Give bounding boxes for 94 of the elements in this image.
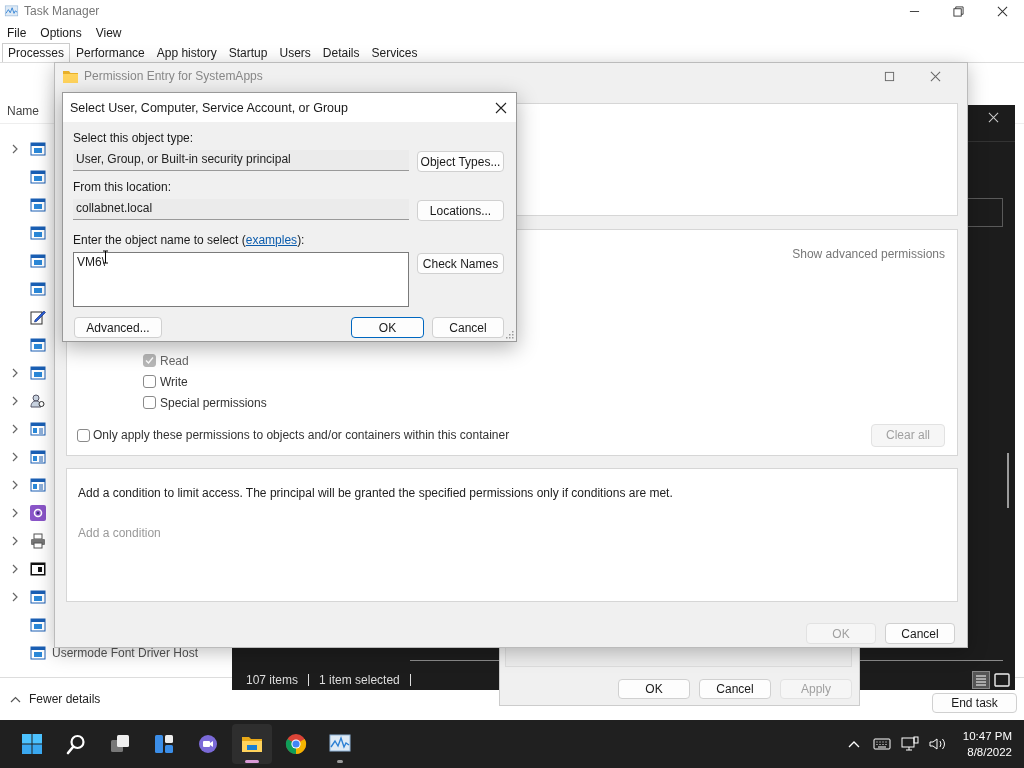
taskbar-button[interactable] [232,724,272,764]
start-icon [20,732,44,756]
folder-icon [63,69,78,83]
maximize-icon[interactable] [883,70,895,82]
chevron-icon[interactable] [11,536,19,546]
window-title: Permission Entry for SystemApps [84,69,263,83]
widgets-icon [152,732,176,756]
location-field[interactable]: collabnet.local [73,199,409,220]
app-window-icon [30,589,46,605]
disc-icon [30,505,46,521]
printer-icon [30,533,46,549]
tab[interactable]: Details [316,43,366,62]
chat-icon [196,732,220,756]
menu-item[interactable]: File [7,26,27,40]
browser-icon [284,732,308,756]
chevron-icon[interactable] [11,396,19,406]
app-window-icon [30,449,46,465]
locations-button[interactable]: Locations... [417,200,504,221]
chevron-up-icon[interactable] [10,695,21,703]
chevron-icon[interactable] [11,592,19,602]
input-field[interactable] [505,647,852,667]
app-window-icon [30,197,46,213]
app-window-icon [30,281,46,297]
volume-icon[interactable] [928,736,947,752]
restore-icon[interactable] [952,5,964,17]
end-task-button[interactable]: End task [932,693,1017,713]
window-icon [30,561,46,577]
chevron-icon[interactable] [11,144,19,154]
user-icon [30,393,46,409]
checkbox[interactable] [143,396,156,409]
keyboard-icon[interactable] [872,736,891,752]
tab[interactable]: Processes [2,43,71,62]
app-window-icon [30,169,46,185]
tab[interactable]: Users [273,43,317,62]
menu-item[interactable]: Options [40,26,82,40]
field-label: From this location: [73,180,173,195]
checkbox-label: Write [160,374,188,389]
resize-grip-icon[interactable] [506,331,514,339]
scrollbar-thumb[interactable] [1007,453,1009,508]
app-window-icon [30,477,46,493]
field-label: Enter the object name to select (examples): [73,233,306,248]
app-window-icon [30,337,46,353]
condition-description: Add a condition to limit access. The principal will be granted the specified permissions only if conditions are met. [78,486,674,500]
checkbox[interactable] [143,375,156,388]
dialog-button[interactable]: Cancel [699,679,771,699]
checkbox[interactable] [77,428,90,442]
menu-item[interactable]: View [95,26,122,40]
advanced-button[interactable]: Advanced... [74,317,162,338]
checkbox-label: Only apply these permissions to objects and/or containers within this container [93,428,510,442]
clock-time[interactable]: 10:47 PM [962,730,1012,742]
monitor-chart-icon [3,3,20,19]
tab[interactable]: Performance [70,43,151,62]
field-label: Select this object type: [73,131,195,146]
app-window-icon [30,617,46,633]
check-names-button[interactable]: Check Names [417,253,504,274]
examples-link[interactable]: examples [245,233,298,247]
close-icon[interactable] [996,5,1008,17]
object-name-field[interactable]: VM6\ [73,252,409,307]
checkbox-label: Special permissions [160,395,267,410]
chevron-icon[interactable] [11,564,19,574]
tab[interactable]: Services [365,43,424,62]
object-types-button[interactable]: Object Types... [417,151,504,172]
app-window-icon [30,365,46,381]
clock-date[interactable]: 8/8/2022 [967,746,1012,758]
window-title: Task Manager [24,4,100,18]
process-name: Usermode Font Driver Host [52,646,199,660]
tiles-view-icon[interactable] [993,671,1011,689]
tab[interactable]: Startup [222,43,274,62]
network-icon[interactable] [900,736,919,752]
object-type-field[interactable]: User, Group, or Built-in security principal [73,150,409,171]
app-window-icon [30,645,46,661]
close-icon[interactable] [495,101,507,114]
chevron-icon[interactable] [11,424,19,434]
column-header[interactable]: Name [7,104,39,118]
ok-button[interactable]: OK [351,317,424,338]
chevron-icon[interactable] [11,368,19,378]
show-advanced-link[interactable]: Show advanced permissions [792,247,945,261]
tab[interactable]: App history [150,43,223,62]
dialog-button[interactable]: Cancel [885,623,955,644]
cancel-button[interactable]: Cancel [432,317,504,338]
dialog-button[interactable]: OK [618,679,690,699]
notepad-pencil-icon [30,309,46,325]
status-text: 107 items [246,674,310,686]
app-window-icon [30,421,46,437]
status-text: 1 item selected [319,674,411,686]
app-window-icon [30,225,46,241]
app-window-icon [30,253,46,269]
dialog-title: Select User, Computer, Service Account, or Group [70,100,348,115]
fewer-details-link[interactable]: Fewer details [29,692,101,706]
checkbox-label: Read [160,353,189,368]
chevron-icon[interactable] [11,480,19,490]
chevron-icon[interactable] [11,452,19,462]
app-window-icon [30,141,46,157]
chevron-icon[interactable] [11,508,19,518]
